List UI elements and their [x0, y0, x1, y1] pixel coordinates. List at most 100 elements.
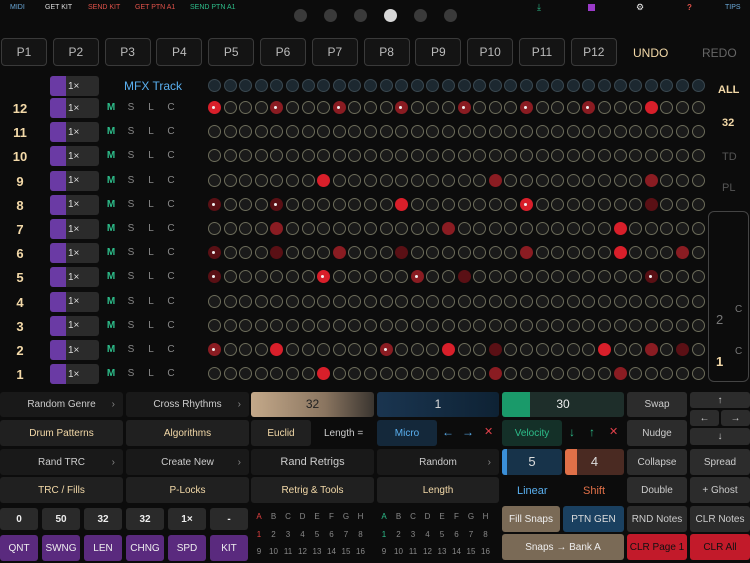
step-cell[interactable]	[676, 270, 689, 284]
step-cell[interactable]	[504, 101, 518, 114]
step-cell[interactable]	[364, 197, 377, 211]
step-cell[interactable]	[286, 367, 299, 381]
step-cell[interactable]	[504, 246, 518, 260]
step-cell[interactable]	[364, 367, 377, 381]
step-cell[interactable]	[395, 101, 409, 114]
step-cell[interactable]	[598, 367, 611, 381]
bank-number-a[interactable]: 5	[311, 530, 323, 539]
step-cell[interactable]	[332, 197, 346, 211]
step-cell[interactable]	[208, 294, 221, 308]
step-cell[interactable]	[676, 173, 689, 187]
copy-toggle[interactable]: C	[166, 223, 176, 234]
step-cell[interactable]	[364, 149, 377, 163]
bank-letter-b[interactable]: A	[378, 512, 390, 521]
step-cell[interactable]	[301, 343, 315, 356]
step-cell[interactable]	[613, 318, 627, 332]
pattern-button-p5[interactable]: P5	[208, 38, 255, 66]
clr-all-button[interactable]: CLR All	[690, 534, 750, 560]
step-cell[interactable]	[364, 294, 377, 308]
bank-number-a[interactable]: 6	[326, 530, 338, 539]
step-cell[interactable]	[301, 197, 315, 211]
track-rate-button[interactable]: 1×	[50, 98, 99, 118]
mute-toggle[interactable]: M	[106, 150, 116, 161]
step-cell[interactable]	[410, 149, 424, 163]
step-cell[interactable]	[208, 367, 221, 381]
save-icon[interactable]	[588, 4, 595, 11]
step-cell[interactable]	[488, 173, 502, 187]
step-cell[interactable]	[660, 367, 674, 381]
step-cell[interactable]	[488, 318, 502, 332]
spread-button[interactable]: Spread	[690, 449, 750, 475]
bank-letter-b[interactable]: C	[407, 512, 419, 521]
step-cell[interactable]	[660, 101, 674, 114]
step-cell[interactable]	[442, 101, 455, 114]
bank-number-b[interactable]: 5	[436, 530, 448, 539]
step-cell[interactable]	[504, 343, 518, 356]
solo-toggle[interactable]: S	[126, 102, 136, 113]
mfx-step[interactable]	[660, 79, 674, 92]
step-cell[interactable]	[566, 125, 580, 139]
bank-letter-a[interactable]: D	[297, 512, 309, 521]
track-rate-button[interactable]: 1×	[50, 267, 99, 288]
mfx-step[interactable]	[239, 79, 253, 92]
param-value-spd[interactable]: 1×	[168, 508, 206, 530]
bank-letter-a[interactable]: A	[253, 512, 265, 521]
step-cell[interactable]	[629, 197, 643, 211]
step-cell[interactable]	[208, 343, 221, 356]
bank-number-b[interactable]: 10	[393, 547, 405, 556]
micro-value-slider[interactable]: 1	[377, 392, 499, 417]
step-cell[interactable]	[488, 149, 502, 163]
step-cell[interactable]	[582, 222, 596, 235]
velocity-up-icon[interactable]: ↑	[589, 425, 595, 439]
step-cell[interactable]	[332, 367, 346, 381]
step-cell[interactable]	[442, 149, 455, 163]
step-cell[interactable]	[582, 173, 596, 187]
step-cell[interactable]	[254, 367, 268, 381]
step-cell[interactable]	[660, 246, 674, 260]
step-cell[interactable]	[426, 173, 440, 187]
step-cell[interactable]	[348, 343, 362, 356]
step-cell[interactable]	[223, 343, 237, 356]
step-cell[interactable]	[551, 294, 565, 308]
step-cell[interactable]	[286, 101, 299, 114]
micro-button[interactable]: Micro	[377, 420, 437, 446]
step-cell[interactable]	[488, 343, 502, 356]
step-cell[interactable]	[395, 149, 409, 163]
step-cell[interactable]	[348, 173, 362, 187]
step-cell[interactable]	[270, 101, 284, 114]
solo-toggle[interactable]: S	[126, 296, 136, 307]
algorithms-button[interactable]: Algorithms	[126, 420, 249, 446]
step-cell[interactable]	[644, 197, 658, 211]
step-cell[interactable]	[629, 222, 643, 235]
step-cell[interactable]	[566, 294, 580, 308]
pattern-button-p7[interactable]: P7	[311, 38, 358, 66]
step-cell[interactable]	[442, 294, 455, 308]
step-cell[interactable]	[551, 197, 565, 211]
pattern-button-p3[interactable]: P3	[104, 38, 151, 66]
step-cell[interactable]	[410, 246, 424, 260]
bank-letter-a[interactable]: B	[268, 512, 280, 521]
param-label-len[interactable]: LEN	[84, 535, 122, 561]
step-cell[interactable]	[379, 318, 393, 332]
step-cell[interactable]	[676, 318, 689, 332]
step-cell[interactable]	[410, 101, 424, 114]
step-cell[interactable]	[676, 125, 689, 139]
pl-button[interactable]: PL	[722, 182, 735, 194]
step-cell[interactable]	[535, 343, 549, 356]
mfx-step[interactable]	[535, 79, 549, 92]
step-cell[interactable]	[254, 173, 268, 187]
step-cell[interactable]	[395, 125, 409, 139]
step-cell[interactable]	[332, 149, 346, 163]
step-cell[interactable]	[348, 270, 362, 284]
lock-toggle[interactable]: L	[146, 247, 156, 258]
step-cell[interactable]	[520, 318, 533, 332]
step-cell[interactable]	[332, 246, 346, 260]
step-cell[interactable]	[473, 246, 487, 260]
step-cell[interactable]	[317, 173, 331, 187]
step-cell[interactable]	[208, 222, 221, 235]
step-cell[interactable]	[629, 343, 643, 356]
param-label-qnt[interactable]: QNT	[0, 535, 38, 561]
param-value-swng[interactable]: 50	[42, 508, 80, 530]
copy-toggle[interactable]: C	[166, 320, 176, 331]
step-cell[interactable]	[395, 318, 409, 332]
